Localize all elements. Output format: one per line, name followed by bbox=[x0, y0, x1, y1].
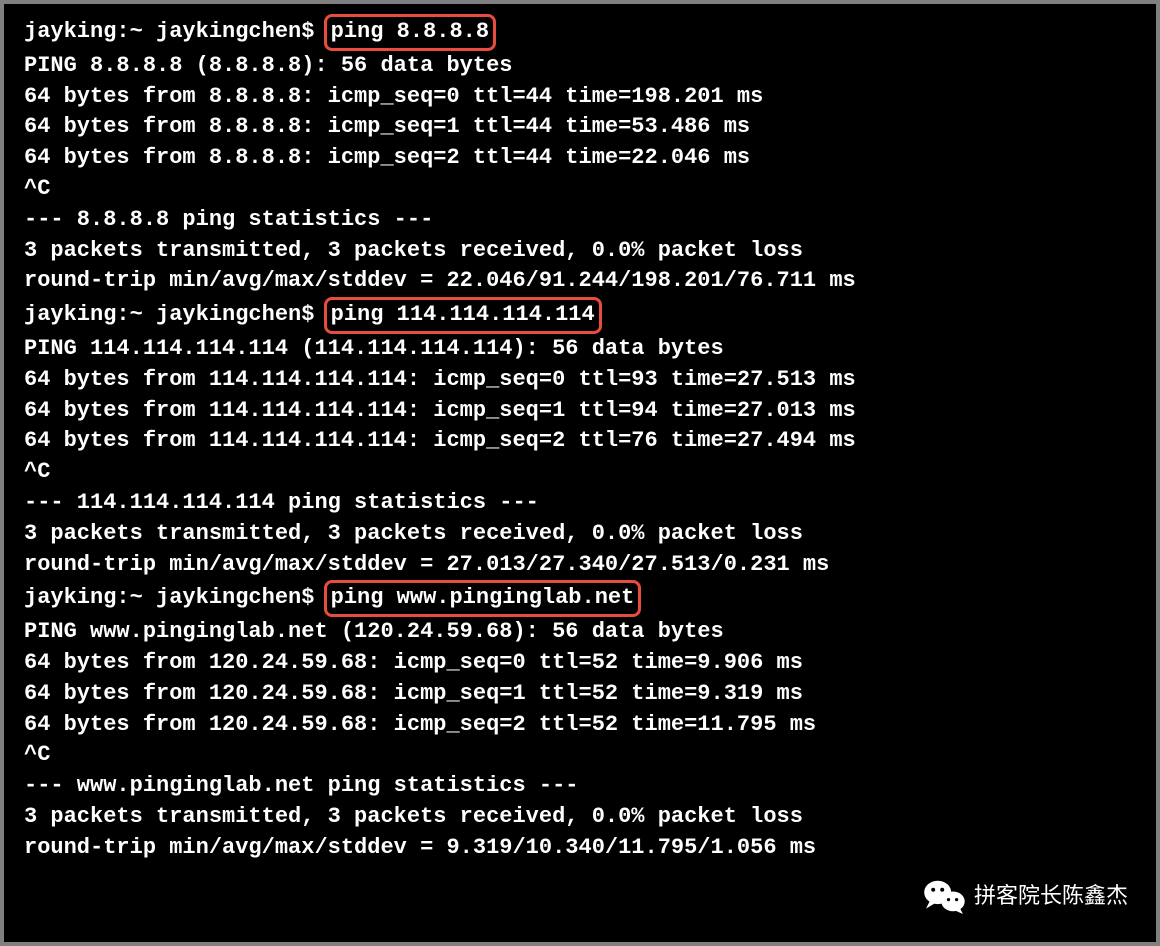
ping-reply: 64 bytes from 120.24.59.68: icmp_seq=2 t… bbox=[24, 710, 1136, 741]
ping-header: PING www.pinginglab.net (120.24.59.68): … bbox=[24, 617, 1136, 648]
interrupt: ^C bbox=[24, 174, 1136, 205]
prompt-line: jayking:~ jaykingchen$ ping www.pingingl… bbox=[24, 580, 1136, 617]
ping-header: PING 8.8.8.8 (8.8.8.8): 56 data bytes bbox=[24, 51, 1136, 82]
stats-packets: 3 packets transmitted, 3 packets receive… bbox=[24, 519, 1136, 550]
interrupt: ^C bbox=[24, 457, 1136, 488]
shell-prompt: jayking:~ jaykingchen$ bbox=[24, 302, 328, 327]
ping-reply: 64 bytes from 120.24.59.68: icmp_seq=0 t… bbox=[24, 648, 1136, 679]
ping-reply: 64 bytes from 8.8.8.8: icmp_seq=2 ttl=44… bbox=[24, 143, 1136, 174]
watermark: 拼客院长陈鑫杰 bbox=[922, 878, 1128, 914]
watermark-text: 拼客院长陈鑫杰 bbox=[974, 881, 1128, 912]
prompt-line: jayking:~ jaykingchen$ ping 114.114.114.… bbox=[24, 297, 1136, 334]
stats-header: --- 114.114.114.114 ping statistics --- bbox=[24, 488, 1136, 519]
stats-header: --- 8.8.8.8 ping statistics --- bbox=[24, 205, 1136, 236]
ping-reply: 64 bytes from 8.8.8.8: icmp_seq=1 ttl=44… bbox=[24, 112, 1136, 143]
stats-packets: 3 packets transmitted, 3 packets receive… bbox=[24, 802, 1136, 833]
command-highlight: ping 114.114.114.114 bbox=[324, 297, 602, 334]
ping-reply: 64 bytes from 114.114.114.114: icmp_seq=… bbox=[24, 426, 1136, 457]
shell-prompt: jayking:~ jaykingchen$ bbox=[24, 19, 328, 44]
ping-reply: 64 bytes from 114.114.114.114: icmp_seq=… bbox=[24, 396, 1136, 427]
wechat-icon bbox=[922, 878, 966, 914]
stats-packets: 3 packets transmitted, 3 packets receive… bbox=[24, 236, 1136, 267]
stats-header: --- www.pinginglab.net ping statistics -… bbox=[24, 771, 1136, 802]
terminal-output[interactable]: jayking:~ jaykingchen$ ping 8.8.8.8 PING… bbox=[24, 14, 1136, 864]
stats-rtt: round-trip min/avg/max/stddev = 27.013/2… bbox=[24, 550, 1136, 581]
ping-reply: 64 bytes from 120.24.59.68: icmp_seq=1 t… bbox=[24, 679, 1136, 710]
shell-prompt: jayking:~ jaykingchen$ bbox=[24, 585, 328, 610]
command-highlight: ping 8.8.8.8 bbox=[324, 14, 496, 51]
ping-header: PING 114.114.114.114 (114.114.114.114): … bbox=[24, 334, 1136, 365]
prompt-line: jayking:~ jaykingchen$ ping 8.8.8.8 bbox=[24, 14, 1136, 51]
ping-reply: 64 bytes from 8.8.8.8: icmp_seq=0 ttl=44… bbox=[24, 82, 1136, 113]
stats-rtt: round-trip min/avg/max/stddev = 9.319/10… bbox=[24, 833, 1136, 864]
ping-reply: 64 bytes from 114.114.114.114: icmp_seq=… bbox=[24, 365, 1136, 396]
interrupt: ^C bbox=[24, 740, 1136, 771]
command-highlight: ping www.pinginglab.net bbox=[324, 580, 642, 617]
stats-rtt: round-trip min/avg/max/stddev = 22.046/9… bbox=[24, 266, 1136, 297]
